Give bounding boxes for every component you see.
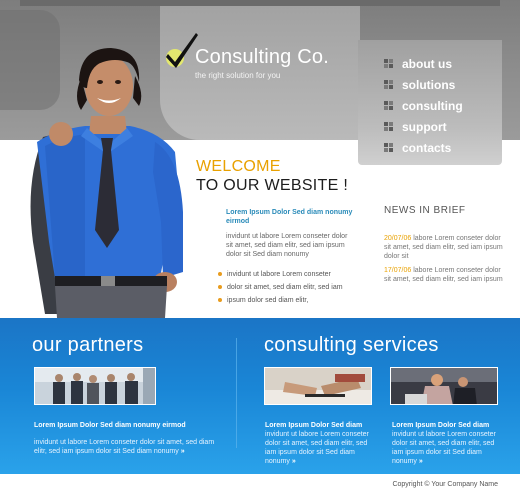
service-more-link-1[interactable]: » <box>292 458 296 465</box>
service-text-2: invidunt ut labore Lorem conseter dolor … <box>392 430 504 466</box>
service-more-link-2[interactable]: » <box>419 458 423 465</box>
nav-bullet-icon <box>384 80 394 90</box>
intro-text: invidunt ut labore Lorem conseter dolor … <box>226 233 348 258</box>
nav-item-label: contacts <box>402 141 452 155</box>
partners-photo <box>34 367 156 405</box>
news-item[interactable]: 17/07/06 labore Lorem conseter dolor sit… <box>384 266 504 284</box>
nav-item-contacts[interactable]: contacts <box>384 140 451 156</box>
nav-item-support[interactable]: support <box>384 119 447 135</box>
footer: Copyright © Your Company Name <box>0 474 520 496</box>
nav-item-label: consulting <box>402 99 463 113</box>
service-heading-1: Lorem Ipsum Dolor Sed diam <box>265 422 363 429</box>
list-item: invidunt ut labore Lorem conseter <box>218 268 368 281</box>
partners-text-body: invidunt ut labore Lorem conseter dolor … <box>34 439 215 455</box>
bullet-icon <box>218 298 222 302</box>
services-title: consulting services <box>264 334 439 356</box>
bullet-icon <box>218 285 222 289</box>
nav-item-about-us[interactable]: about us <box>384 56 452 72</box>
nav-item-consulting[interactable]: consulting <box>384 98 463 114</box>
header-top-strip <box>20 0 500 6</box>
partners-heading: Lorem Ipsum Dolor Sed diam nonumy eirmod <box>34 422 186 429</box>
businessman-image <box>15 42 195 318</box>
service-text-body-1: invidunt ut labore Lorem conseter dolor … <box>265 431 369 465</box>
service-heading-2: Lorem Ipsum Dolor Sed diam <box>392 422 490 429</box>
nav-bullet-icon <box>384 122 394 132</box>
service-photo-meeting <box>390 367 498 405</box>
section-divider <box>236 338 237 448</box>
service-text-1: invidunt ut labore Lorem conseter dolor … <box>265 430 377 466</box>
nav-bullet-icon <box>384 143 394 153</box>
welcome-heading: WELCOME <box>196 158 281 175</box>
news-date: 17/07/06 <box>384 267 412 274</box>
nav-item-label: support <box>402 120 447 134</box>
logo-tagline: the right solution for you <box>195 71 281 80</box>
news-date: 20/07/06 <box>384 235 412 242</box>
news-title: NEWS IN BRIEF <box>384 205 466 216</box>
nav-item-solutions[interactable]: solutions <box>384 77 455 93</box>
nav-item-label: solutions <box>402 78 456 92</box>
list-item-text: ipsum dolor sed diam elitr, <box>227 297 309 304</box>
intro-heading: Lorem Ipsum Dolor Sed diam nonumy eirmod <box>226 209 353 225</box>
nav-bullet-icon <box>384 101 394 111</box>
partners-more-link[interactable]: » <box>181 448 185 455</box>
list-item-text: dolor sit amet, sed diam elitr, sed iam <box>227 284 343 291</box>
welcome-subheading: TO OUR WEBSITE ! <box>196 177 349 194</box>
bullet-icon <box>218 272 222 276</box>
list-item: ipsum dolor sed diam elitr, <box>218 294 368 307</box>
service-text-body-2: invidunt ut labore Lorem conseter dolor … <box>392 431 496 465</box>
feature-list: invidunt ut labore Lorem conseter dolor … <box>218 268 368 307</box>
list-item: dolor sit amet, sed diam elitr, sed iam <box>218 281 368 294</box>
partners-title: our partners <box>32 334 144 356</box>
service-photo-handshake <box>264 367 372 405</box>
news-item[interactable]: 20/07/06 labore Lorem conseter dolor sit… <box>384 234 504 261</box>
list-item-text: invidunt ut labore Lorem conseter <box>227 271 331 278</box>
logo-name: Consulting Co. <box>195 46 329 68</box>
copyright-text: Copyright © Your Company Name <box>392 481 498 488</box>
nav-bullet-icon <box>384 59 394 69</box>
nav-item-label: about us <box>402 57 452 71</box>
partners-text: invidunt ut labore Lorem conseter dolor … <box>34 438 224 456</box>
main-nav: about us solutions consulting support co… <box>358 40 502 165</box>
